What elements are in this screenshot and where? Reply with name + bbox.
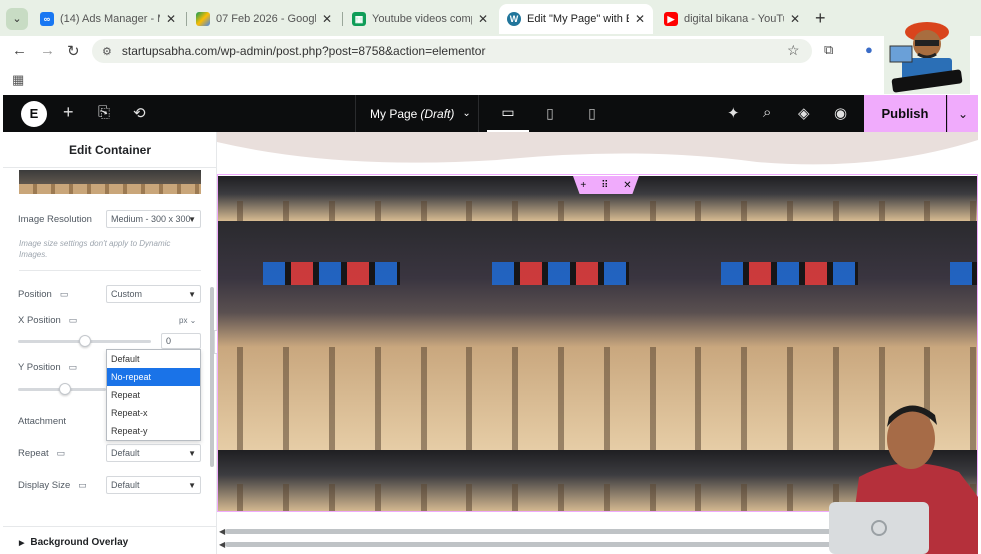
- google-sheets-icon: ▦: [352, 12, 366, 26]
- close-tab-icon[interactable]: ✕: [478, 12, 488, 26]
- repeat-option-repeat-y[interactable]: Repeat-y: [107, 422, 200, 440]
- monitor-icon[interactable]: ▭: [69, 315, 78, 326]
- history-icon[interactable]: ⟲: [133, 104, 146, 122]
- tab-elementor[interactable]: W Edit "My Page" with Elem ✕: [499, 4, 653, 34]
- address-bar-row: ← → ↻ ⚙ startupsabha.com/wp-admin/post.p…: [0, 36, 981, 66]
- elementor-topbar: E + ⎘ ⟲ My Page (Draft) ⌄ ▭ ▯ ▯ ✦ ⌕ ◈ ◉ …: [3, 95, 978, 132]
- publish-options-chevron-icon[interactable]: ⌄: [947, 95, 978, 132]
- elementor-menu-button[interactable]: E: [21, 101, 47, 127]
- apps-grid-icon[interactable]: ▦: [12, 72, 24, 88]
- editor-panel: Edit Container Image Resolution Medium -…: [3, 132, 217, 554]
- mobile-view-icon[interactable]: ▯: [571, 95, 613, 132]
- x-position-label-row: X Position ▭: [18, 315, 78, 326]
- profile-icon[interactable]: ●: [865, 42, 873, 57]
- presenter-webcam-overlay: [829, 405, 978, 554]
- bookmarks-bar: ▦: [0, 66, 981, 95]
- x-position-input[interactable]: 0: [161, 333, 201, 349]
- tab-google-drive[interactable]: 07 Feb 2026 - Google Dr ✕: [188, 6, 340, 32]
- chevron-down-icon: ⌄: [462, 108, 471, 119]
- repeat-select[interactable]: Default ▼: [106, 444, 201, 462]
- google-drive-icon: [196, 12, 210, 26]
- notifications-icon[interactable]: ✦: [727, 104, 740, 122]
- close-tab-icon[interactable]: ✕: [635, 12, 645, 26]
- channel-logo: [884, 10, 970, 94]
- meta-icon: ∞: [40, 12, 54, 26]
- add-element-icon[interactable]: +: [63, 102, 74, 123]
- forward-icon[interactable]: →: [40, 42, 55, 59]
- extensions-icon[interactable]: ⧉: [824, 42, 833, 58]
- monitor-icon[interactable]: ▭: [69, 362, 78, 373]
- x-position-slider-handle[interactable]: [79, 335, 91, 347]
- new-tab-button[interactable]: +: [815, 8, 826, 29]
- attachment-label: Attachment: [18, 416, 67, 427]
- repeat-label-row: Repeat ▭: [18, 448, 66, 459]
- caret-down-icon: ▼: [188, 290, 196, 299]
- tab-separator: [342, 12, 343, 26]
- tablet-view-icon[interactable]: ▯: [529, 95, 571, 132]
- caret-down-icon: ▼: [188, 215, 196, 224]
- page-title-dropdown[interactable]: My Page (Draft) ⌄: [355, 95, 475, 132]
- repeat-option-repeat-x[interactable]: Repeat-x: [107, 404, 200, 422]
- divider: [3, 526, 216, 527]
- add-element-icon[interactable]: +: [580, 180, 586, 191]
- wordpress-icon: W: [507, 12, 521, 26]
- desktop-view-icon[interactable]: ▭: [487, 95, 529, 132]
- drag-handle-icon[interactable]: ⠿: [601, 180, 608, 191]
- structure-layers-icon[interactable]: ◈: [798, 104, 810, 122]
- site-info-icon[interactable]: ⚙: [102, 45, 112, 58]
- repeat-option-no-repeat[interactable]: No-repeat: [107, 368, 200, 386]
- caret-right-icon: ▶: [19, 540, 25, 547]
- browser-chrome: ⌄ ∞ (14) Ads Manager - Manag ✕ 07 Feb 20…: [0, 0, 981, 95]
- close-tab-icon[interactable]: ✕: [322, 12, 332, 26]
- display-size-select[interactable]: Default ▼: [106, 476, 201, 494]
- panel-title: Edit Container: [3, 132, 216, 168]
- panel-scrollbar[interactable]: [210, 287, 214, 467]
- search-icon[interactable]: ⌕: [763, 104, 771, 121]
- repeat-options-list[interactable]: Default No-repeat Repeat Repeat-x Repeat…: [106, 349, 201, 441]
- background-image-preview[interactable]: [19, 170, 201, 194]
- display-size-label-row: Display Size ▭: [18, 480, 87, 491]
- tab-separator: [186, 12, 187, 26]
- divider: [19, 270, 201, 271]
- tab-strip: ⌄ ∞ (14) Ads Manager - Manag ✕ 07 Feb 20…: [0, 0, 981, 36]
- delete-icon[interactable]: ✕: [623, 180, 631, 191]
- container-toolbar: + ⠿ ✕: [573, 176, 639, 194]
- editor-canvas: + ⠿ ✕ ◀ ◀: [217, 132, 978, 554]
- youtube-icon: ▶: [664, 12, 678, 26]
- publish-button[interactable]: Publish: [864, 95, 946, 132]
- close-tab-icon[interactable]: ✕: [790, 12, 800, 26]
- tab-ads-manager[interactable]: ∞ (14) Ads Manager - Manag ✕: [32, 6, 184, 32]
- repeat-option-repeat[interactable]: Repeat: [107, 386, 200, 404]
- url-text: startupsabha.com/wp-admin/post.php?post=…: [121, 44, 486, 58]
- image-size-hint: Image size settings don't apply to Dynam…: [19, 239, 171, 259]
- tab-youtube-sheet[interactable]: ▦ Youtube videos complete ✕: [344, 6, 496, 32]
- y-position-label-row: Y Position ▭: [18, 362, 78, 373]
- monitor-icon[interactable]: ▭: [78, 480, 87, 491]
- repeat-option-default[interactable]: Default: [107, 350, 200, 368]
- image-resolution-label: Image Resolution: [18, 214, 92, 225]
- bookmark-star-icon[interactable]: ☆: [787, 42, 800, 59]
- close-tab-icon[interactable]: ✕: [166, 12, 176, 26]
- shape-divider: [217, 132, 978, 172]
- tab-youtube[interactable]: ▶ digital bikana - YouTube ✕: [656, 6, 808, 32]
- caret-down-icon: ▼: [188, 449, 196, 458]
- tab-search-icon[interactable]: ⌄: [6, 8, 28, 30]
- url-field[interactable]: ⚙ startupsabha.com/wp-admin/post.php?pos…: [92, 39, 812, 63]
- monitor-icon[interactable]: ▭: [60, 289, 69, 300]
- position-label-row: Position ▭: [18, 289, 69, 300]
- position-select[interactable]: Custom ▼: [106, 285, 201, 303]
- reload-icon[interactable]: ↻: [67, 42, 80, 60]
- divider: [478, 95, 479, 132]
- back-icon[interactable]: ←: [12, 42, 27, 59]
- page-settings-icon[interactable]: ⎘: [98, 104, 110, 121]
- caret-down-icon: ▼: [188, 481, 196, 490]
- preview-eye-icon[interactable]: ◉: [834, 104, 847, 122]
- image-resolution-select[interactable]: Medium - 300 x 300 ▼: [106, 210, 201, 228]
- x-unit-select[interactable]: px ⌄: [179, 316, 196, 325]
- monitor-icon[interactable]: ▭: [57, 448, 66, 459]
- background-overlay-section[interactable]: ▶ Background Overlay: [19, 537, 128, 548]
- y-position-slider-handle[interactable]: [59, 383, 71, 395]
